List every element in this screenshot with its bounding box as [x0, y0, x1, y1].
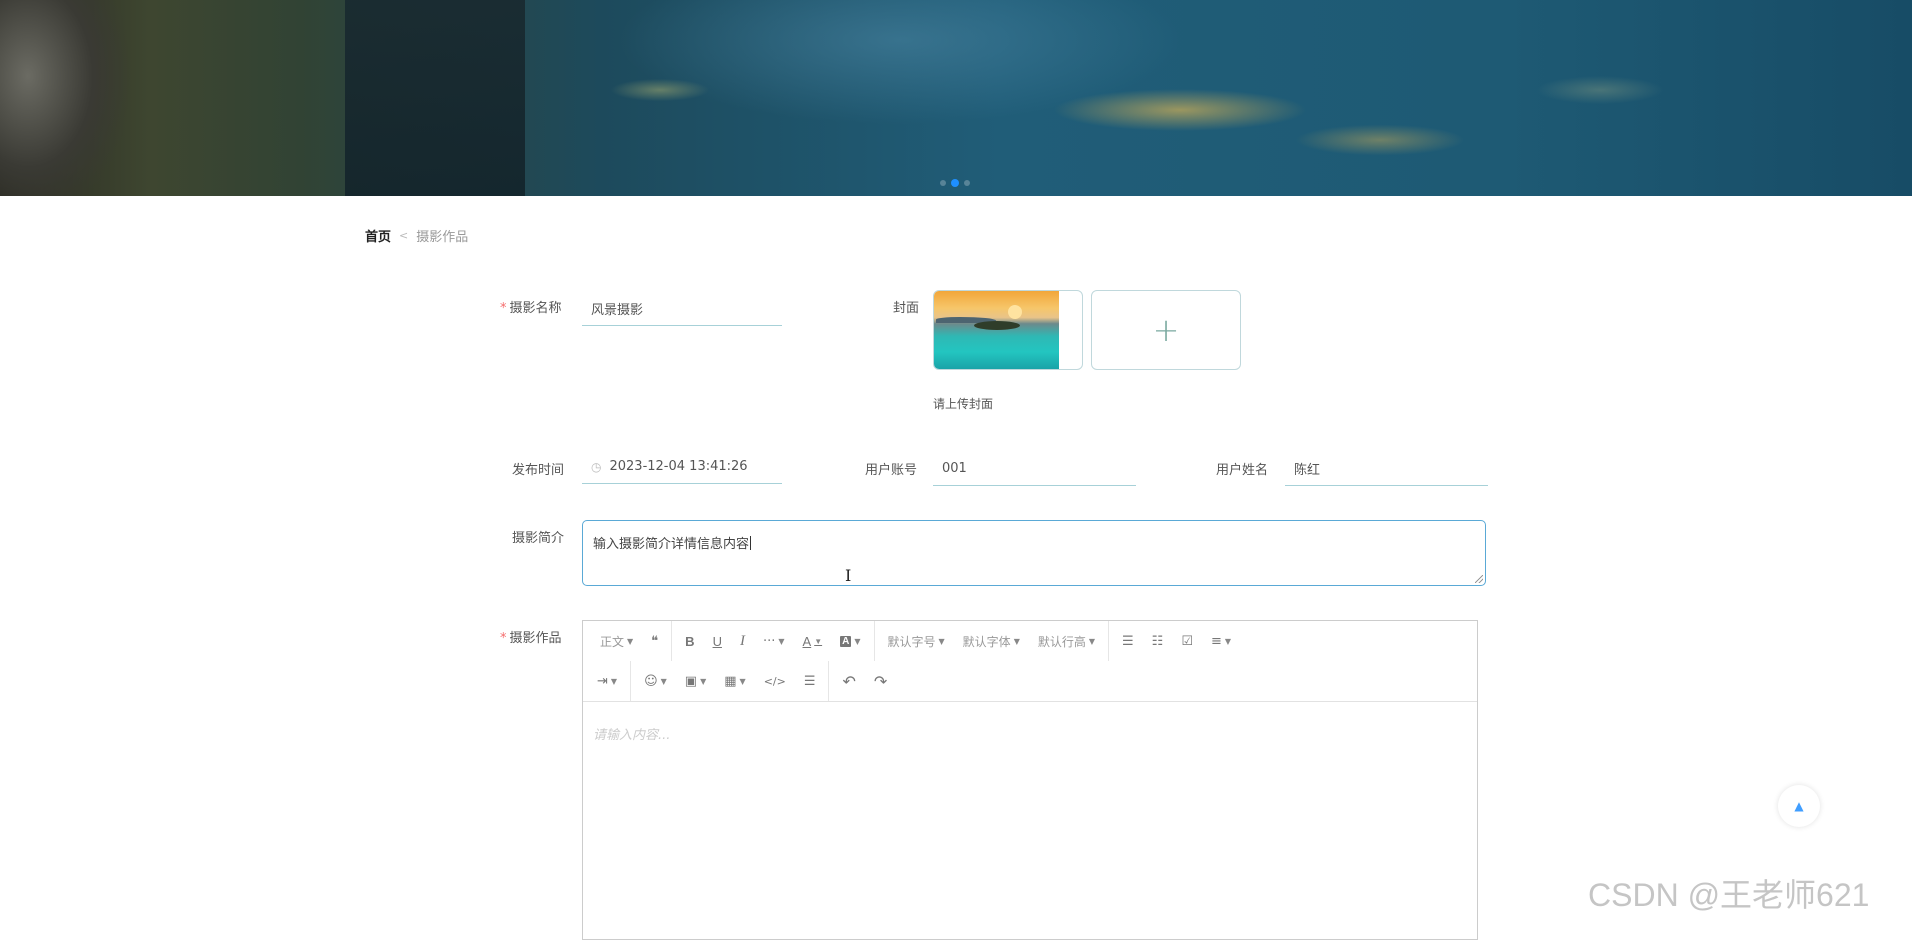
publish-time-input[interactable]: ◷ 2023-12-04 13:41:26 — [582, 450, 782, 484]
watermark: CSDN @王老师621 — [1588, 877, 1870, 913]
line-height-select[interactable]: 默认行高 ▼ — [1029, 626, 1104, 656]
required-mark: * — [500, 301, 507, 316]
toolbar-divider — [828, 661, 830, 701]
code-icon: </> — [763, 674, 786, 688]
carousel-dot-2[interactable] — [951, 179, 959, 187]
todo-button[interactable]: ☑ — [1172, 626, 1202, 656]
bulleted-list-button[interactable]: ☰ — [1113, 626, 1143, 656]
intro-label: 摄影简介 — [512, 531, 565, 546]
works-label: * 摄影作品 — [500, 631, 562, 646]
font-family-select[interactable]: 默认字体 ▼ — [954, 626, 1029, 656]
emoji-icon: ☺ — [644, 673, 658, 689]
breadcrumb: 首页 < 摄影作品 — [365, 226, 468, 245]
rich-text-editor: 正文 ▼ ❝ B U I ··· ▼ A ▼ A ▼ 默认字号 ▼ 默认字体 ▼ 默认行高 ▼… — [582, 620, 1478, 940]
editor-content-area[interactable]: 请输入内容... — [583, 702, 1477, 765]
editor-toolbar: 正文 ▼ ❝ B U I ··· ▼ A ▼ A ▼ 默认字号 ▼ 默认字体 ▼ 默认行高 ▼… — [583, 621, 1477, 702]
bg-color-icon: A — [840, 635, 852, 647]
toolbar-divider — [1108, 621, 1110, 661]
toolbar-divider — [671, 621, 673, 661]
more-icon: ··· — [762, 633, 776, 649]
redo-button[interactable]: ↷ — [865, 666, 896, 696]
breadcrumb-separator: < — [399, 229, 409, 242]
underline-icon: U — [712, 633, 722, 649]
bg-color-button[interactable]: A ▼ — [831, 626, 869, 656]
username-label: 用户姓名 — [1216, 463, 1269, 478]
back-to-top-button[interactable]: ▲ — [1778, 785, 1820, 827]
breadcrumb-current: 摄影作品 — [416, 230, 469, 245]
indent-button[interactable]: ⇥ ▼ — [583, 666, 626, 696]
bold-button[interactable]: B — [676, 626, 703, 656]
arrow-up-icon: ▲ — [1794, 799, 1804, 813]
toolbar-divider — [630, 661, 632, 701]
italic-icon: I — [739, 632, 745, 649]
account-label: 用户账号 — [865, 463, 918, 478]
carousel-indicators — [940, 179, 970, 187]
toolbar-divider — [873, 621, 875, 661]
username-input[interactable]: 陈红 — [1285, 452, 1488, 486]
editor-placeholder: 请输入内容... — [593, 728, 671, 743]
title-label: * 摄影名称 — [500, 301, 562, 316]
banner-dark-strip — [345, 0, 525, 196]
text-caret — [750, 536, 752, 550]
align-button[interactable]: ≡ ▼ — [1202, 626, 1240, 656]
cover-image — [934, 291, 1059, 369]
breadcrumb-home[interactable]: 首页 — [365, 226, 391, 245]
table-icon: ▦ — [724, 673, 737, 689]
divider-button[interactable]: ☰ — [795, 666, 825, 696]
divider-icon: ☰ — [803, 673, 816, 689]
numbered-list-icon: ☷ — [1151, 633, 1164, 649]
plus-icon: + — [1152, 311, 1180, 349]
numbered-list-button[interactable]: ☷ — [1143, 626, 1173, 656]
clock-icon: ◷ — [591, 459, 602, 474]
align-left-icon: ≡ — [1210, 633, 1222, 649]
intro-textarea[interactable]: 输入摄影简介详情信息内容 — [582, 520, 1486, 586]
quote-button[interactable]: ❝ — [642, 626, 667, 656]
checkbox-icon: ☑ — [1181, 633, 1193, 649]
paragraph-select[interactable]: 正文 ▼ — [583, 626, 642, 656]
cover-upload-tip: 请上传封面 — [933, 397, 994, 411]
toolbar-row-2: ⇥ ▼ ☺ ▼ ▣ ▼ ▦ ▼ </> ☰ ↶ ↷ — [583, 661, 896, 701]
carousel-dot-3[interactable] — [964, 180, 970, 186]
quote-icon: ❝ — [651, 633, 659, 649]
publish-time-label: 发布时间 — [512, 463, 565, 478]
table-button[interactable]: ▦ ▼ — [715, 666, 754, 696]
undo-button[interactable]: ↶ — [833, 666, 864, 696]
bulleted-list-icon: ☰ — [1122, 633, 1134, 649]
mouse-ibeam-cursor: I — [845, 566, 852, 585]
font-color-button[interactable]: A ▼ — [794, 626, 832, 656]
more-style-button[interactable]: ··· ▼ — [754, 626, 794, 656]
emoji-button[interactable]: ☺ ▼ — [635, 666, 676, 696]
carousel-dot-1[interactable] — [940, 180, 946, 186]
resize-handle[interactable] — [1475, 575, 1483, 583]
undo-icon: ↶ — [842, 671, 856, 691]
cover-label: 封面 — [893, 301, 920, 316]
code-block-button[interactable]: </> — [755, 666, 795, 696]
underline-button[interactable]: U — [704, 626, 731, 656]
indent-icon: ⇥ — [597, 673, 608, 689]
image-button[interactable]: ▣ ▼ — [676, 666, 715, 696]
cover-upload-button[interactable]: + — [1091, 290, 1241, 370]
image-icon: ▣ — [684, 673, 698, 689]
cover-thumbnail[interactable] — [933, 290, 1083, 370]
account-input[interactable]: 001 — [933, 452, 1136, 486]
redo-icon: ↷ — [873, 671, 888, 691]
toolbar-row-1: 正文 ▼ ❝ B U I ··· ▼ A ▼ A ▼ 默认字号 ▼ 默认字体 ▼ 默认行高 ▼… — [583, 621, 1240, 661]
italic-button[interactable]: I — [731, 626, 754, 656]
chevron-down-icon: ▼ — [627, 636, 634, 646]
font-color-icon: A — [802, 633, 812, 649]
bold-icon: B — [685, 633, 695, 649]
banner-carousel — [0, 0, 1912, 196]
font-size-select[interactable]: 默认字号 ▼ — [879, 626, 954, 656]
banner-rock-shape — [0, 0, 130, 196]
title-input[interactable]: 风景摄影 — [582, 292, 782, 326]
